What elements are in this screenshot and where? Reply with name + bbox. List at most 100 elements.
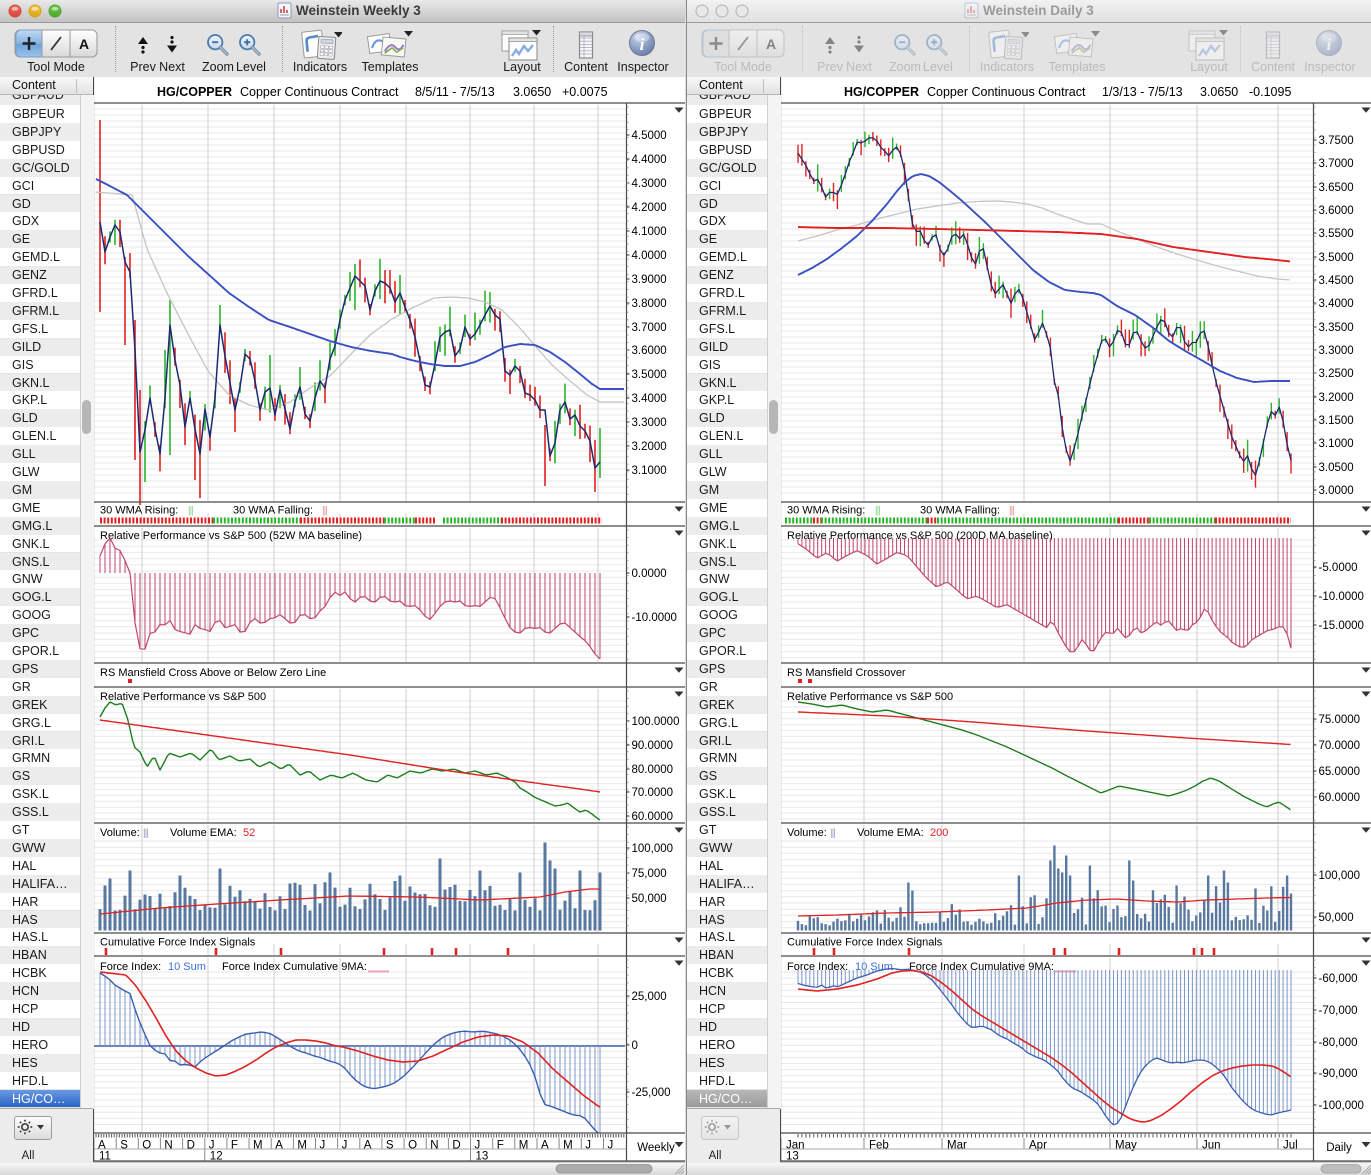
svg-text:Volume:: Volume: [100, 827, 140, 839]
svg-text:-15.0000: -15.0000 [1319, 620, 1364, 632]
svg-text:100.0000: 100.0000 [632, 716, 680, 728]
svg-text:-25,000: -25,000 [632, 1087, 671, 1099]
svg-text:Force Index Cumulative 9MA:: Force Index Cumulative 9MA: [222, 961, 367, 973]
svg-text:3.5000: 3.5000 [632, 369, 667, 381]
svg-text:Relative Performance vs S&P 50: Relative Performance vs S&P 500 [787, 691, 953, 703]
svg-text:M: M [563, 1140, 573, 1152]
svg-text:Weekly: Weekly [637, 1142, 675, 1154]
svg-text:Cumulative Force Index Signals: Cumulative Force Index Signals [100, 937, 256, 949]
svg-text:65.0000: 65.0000 [1319, 766, 1361, 778]
svg-text:30 WMA Falling:: 30 WMA Falling: [233, 505, 313, 517]
svg-text:3.6500: 3.6500 [1319, 182, 1354, 194]
svg-text:50,000: 50,000 [632, 893, 667, 905]
svg-text:Force Index Cumulative 9MA:: Force Index Cumulative 9MA: [909, 961, 1054, 973]
svg-text:3.0500: 3.0500 [1319, 462, 1354, 474]
svg-text:3.2500: 3.2500 [1319, 368, 1354, 380]
svg-text:F: F [231, 1140, 238, 1152]
svg-text:Jul: Jul [1283, 1140, 1298, 1152]
svg-text:1/3/13 - 7/5/13: 1/3/13 - 7/5/13 [1102, 85, 1183, 99]
svg-text:-10.0000: -10.0000 [632, 612, 677, 624]
svg-text:25,000: 25,000 [632, 991, 667, 1003]
svg-text:80.0000: 80.0000 [632, 764, 674, 776]
svg-text:30 WMA Rising:: 30 WMA Rising: [100, 505, 178, 517]
svg-text:3.3000: 3.3000 [632, 417, 667, 429]
svg-text:RS Mansfield Cross Above or Be: RS Mansfield Cross Above or Below Zero L… [100, 667, 326, 679]
svg-text:3.4000: 3.4000 [1319, 298, 1354, 310]
svg-text:HG/COPPER: HG/COPPER [157, 85, 232, 99]
svg-text:4.1000: 4.1000 [632, 226, 667, 238]
svg-text:Mar: Mar [947, 1140, 967, 1152]
svg-text:4.0000: 4.0000 [632, 250, 667, 262]
svg-text:A: A [541, 1140, 549, 1152]
svg-text:D: D [452, 1140, 460, 1152]
svg-text:8/5/11 - 7/5/13: 8/5/11 - 7/5/13 [415, 85, 495, 99]
svg-text:-90,000: -90,000 [1319, 1068, 1358, 1080]
svg-text:70.0000: 70.0000 [1319, 740, 1361, 752]
svg-text:3.5500: 3.5500 [1319, 228, 1354, 240]
svg-text:-10.0000: -10.0000 [1319, 591, 1364, 603]
svg-text:|||: ||| [875, 506, 880, 517]
svg-text:-5.0000: -5.0000 [1319, 562, 1358, 574]
svg-text:3.4500: 3.4500 [1319, 275, 1354, 287]
svg-text:A: A [79, 36, 89, 52]
svg-text:200: 200 [930, 827, 948, 839]
svg-text:10 Sum: 10 Sum [168, 961, 206, 973]
svg-text:J: J [585, 1140, 591, 1152]
svg-text:30 WMA Falling:: 30 WMA Falling: [920, 505, 1000, 517]
svg-text:30 WMA Rising:: 30 WMA Rising: [787, 505, 865, 517]
svg-text:S: S [120, 1140, 128, 1152]
svg-text:N: N [430, 1140, 438, 1152]
svg-text:M: M [297, 1140, 307, 1152]
svg-text:i: i [1327, 35, 1332, 54]
svg-text:S: S [386, 1140, 394, 1152]
svg-text:HG/COPPER: HG/COPPER [844, 85, 919, 99]
svg-text:Volume EMA:: Volume EMA: [170, 827, 237, 839]
svg-text:A: A [364, 1140, 372, 1152]
svg-text:-60,000: -60,000 [1319, 973, 1358, 985]
svg-text:4.5000: 4.5000 [632, 130, 667, 142]
svg-text:0: 0 [632, 1040, 638, 1052]
svg-text:50,000: 50,000 [1319, 912, 1354, 924]
svg-text:N: N [164, 1140, 172, 1152]
svg-text:Relative Performance vs S&P 50: Relative Performance vs S&P 500 [100, 691, 266, 703]
svg-text:D: D [187, 1140, 195, 1152]
svg-text:Daily: Daily [1326, 1142, 1352, 1154]
svg-text:Apr: Apr [1029, 1140, 1047, 1152]
svg-text:|||: ||| [830, 828, 835, 839]
svg-text:3.5000: 3.5000 [1319, 252, 1354, 264]
svg-text:3.8000: 3.8000 [632, 298, 667, 310]
svg-text:75.0000: 75.0000 [1319, 714, 1361, 726]
svg-text:|||: ||| [1009, 506, 1014, 517]
svg-text:3.3000: 3.3000 [1319, 345, 1354, 357]
svg-text:F: F [497, 1140, 504, 1152]
svg-text:3.2000: 3.2000 [632, 441, 667, 453]
svg-text:3.0650: 3.0650 [513, 85, 551, 99]
svg-text:Copper Continuous Contract: Copper Continuous Contract [927, 85, 1086, 99]
svg-text:52: 52 [243, 827, 255, 839]
svg-text:60.0000: 60.0000 [1319, 792, 1361, 804]
svg-text:100,000: 100,000 [1319, 870, 1361, 882]
svg-text:0.0000: 0.0000 [632, 568, 667, 580]
svg-text:-80,000: -80,000 [1319, 1037, 1358, 1049]
svg-text:-100,000: -100,000 [1319, 1100, 1364, 1112]
svg-text:60.0000: 60.0000 [632, 811, 674, 823]
svg-text:M: M [253, 1140, 263, 1152]
svg-text:3.7000: 3.7000 [632, 322, 667, 334]
svg-text:J: J [342, 1140, 348, 1152]
svg-text:O: O [142, 1140, 151, 1152]
svg-text:Cumulative Force Index Signals: Cumulative Force Index Signals [787, 937, 943, 949]
svg-text:Relative Performance vs S&P 50: Relative Performance vs S&P 500 (52W MA … [100, 530, 362, 542]
svg-text:Volume EMA:: Volume EMA: [857, 827, 924, 839]
svg-text:RS Mansfield Crossover: RS Mansfield Crossover [787, 667, 906, 679]
svg-text:4.2000: 4.2000 [632, 202, 667, 214]
svg-text:3.6000: 3.6000 [1319, 205, 1354, 217]
svg-text:4.4000: 4.4000 [632, 154, 667, 166]
svg-text:3.0650: 3.0650 [1200, 85, 1238, 99]
svg-text:O: O [408, 1140, 417, 1152]
svg-text:3.0000: 3.0000 [1319, 485, 1354, 497]
svg-text:70.0000: 70.0000 [632, 787, 674, 799]
svg-text:3.9000: 3.9000 [632, 274, 667, 286]
svg-text:-0.1095: -0.1095 [1249, 85, 1291, 99]
svg-text:-70,000: -70,000 [1319, 1005, 1358, 1017]
svg-text:4.3000: 4.3000 [632, 178, 667, 190]
